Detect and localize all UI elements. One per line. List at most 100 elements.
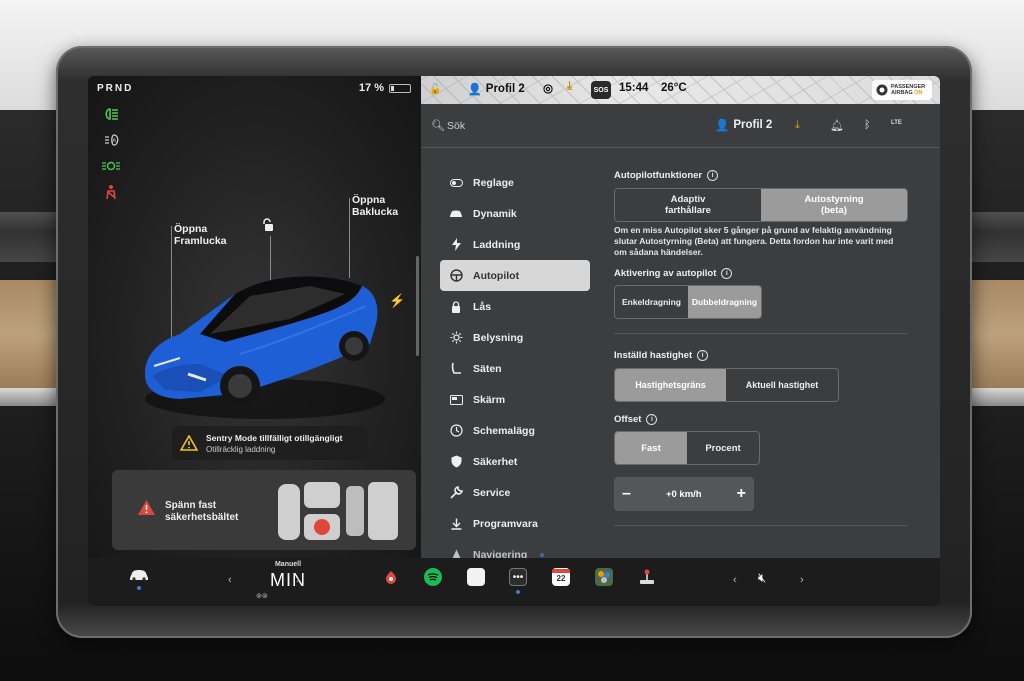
- dock-more-apps-button[interactable]: •••: [509, 568, 527, 594]
- dock-arcade-button[interactable]: [595, 568, 613, 586]
- autopilot-settings: Autopilotfunktioner i Adaptiv farthållare…: [614, 170, 914, 526]
- decrease-button[interactable]: –: [622, 485, 631, 503]
- charge-port-icon[interactable]: ⚡: [389, 293, 405, 309]
- trunk-label-line1: Öppna: [352, 194, 386, 206]
- menu-item-s-ten[interactable]: Säten: [440, 353, 590, 384]
- dock-car-button[interactable]: [128, 568, 150, 590]
- menu-item-service[interactable]: Service: [440, 477, 590, 508]
- menu-item-belysning[interactable]: Belysning: [440, 322, 590, 353]
- autopilot-warning-text: Om en miss Autopilot sker 5 gånger på gr…: [614, 225, 894, 257]
- active-dot: [137, 586, 141, 590]
- option-autosteer[interactable]: Autostyrning (beta): [761, 189, 907, 221]
- dock-calendar-button[interactable]: 22: [552, 568, 570, 586]
- menu-item-laddning[interactable]: Laddning: [440, 229, 590, 260]
- option-adaptive-cruise[interactable]: Adaptiv farthållare: [615, 189, 761, 221]
- option-single-pull[interactable]: Enkeldragning: [615, 286, 688, 318]
- calendar-icon: 22: [552, 568, 570, 586]
- notes-icon: [467, 568, 485, 586]
- profile-selector[interactable]: 🔓 👤 Profil 2: [429, 82, 525, 96]
- option-current-speed[interactable]: Aktuell hastighet: [726, 369, 838, 401]
- seatbelt-card: Spänn fast säkerhetsbältet: [112, 470, 416, 550]
- increase-button[interactable]: +: [737, 485, 746, 503]
- unlock-icon[interactable]: [261, 218, 275, 232]
- menu-item-label: Service: [473, 486, 511, 499]
- menu-item-autopilot[interactable]: Autopilot: [440, 260, 590, 291]
- menu-item-sk-rm[interactable]: Skärm: [440, 384, 590, 415]
- lock-status-icon: 🔓: [429, 83, 442, 95]
- menu-item-label: Programvara: [473, 517, 538, 530]
- climate-control[interactable]: Manuell MIN: [228, 561, 348, 603]
- seat-map: [278, 482, 398, 540]
- climate-mode: Manuell: [274, 561, 302, 568]
- activation-selector: Enkeldragning Dubbeldragning: [614, 285, 762, 319]
- airbag-label-line2: AIRBAG: [891, 90, 913, 96]
- menu-item-l-s[interactable]: Lås: [440, 291, 590, 322]
- option-double-pull[interactable]: Dubbeldragning: [688, 286, 761, 318]
- bell-icon[interactable]: 🔔︎: [830, 119, 844, 132]
- info-icon[interactable]: i: [707, 170, 719, 181]
- option-fixed[interactable]: Fast: [615, 432, 687, 464]
- profile-name: Profil 2: [485, 83, 525, 95]
- more-dots-icon: •••: [509, 568, 527, 586]
- airbag-state: ON: [914, 90, 923, 96]
- dock-joystick-button[interactable]: [638, 568, 656, 586]
- calendar-day: 22: [556, 574, 566, 583]
- dock-toybox-button[interactable]: [382, 568, 400, 586]
- sentry-subtitle: Otillräcklig laddning: [206, 444, 276, 454]
- menu-item-s-kerhet[interactable]: Säkerhet: [440, 446, 590, 477]
- info-icon[interactable]: i: [697, 350, 709, 361]
- toggle-icon: [449, 178, 463, 187]
- menu-item-schemal-gg[interactable]: Schemalägg: [440, 415, 590, 446]
- bluetooth-icon[interactable]: ᛒ: [864, 119, 871, 131]
- sentry-mode-notice: Sentry Mode tillfälligt otillgängligt Ot…: [172, 426, 368, 460]
- menu-item-reglage[interactable]: Reglage: [440, 167, 590, 198]
- dock-spotify-button[interactable]: [424, 568, 442, 586]
- info-icon[interactable]: i: [646, 414, 658, 425]
- set-speed-selector: Hastighetsgräns Aktuell hastighet: [614, 368, 839, 402]
- parking-lights-icon: [100, 158, 122, 174]
- dock-notes-button[interactable]: [467, 568, 485, 586]
- sos-button[interactable]: SOS: [591, 81, 611, 99]
- clock-icon: [449, 424, 463, 437]
- menu-item-label: Skärm: [473, 393, 506, 406]
- section-divider: [614, 333, 908, 334]
- autopilot-features-heading: Autopilotfunktioner i: [614, 170, 914, 181]
- scroll-indicator[interactable]: [416, 256, 419, 356]
- offset-value: +0 km/h: [665, 488, 702, 500]
- status-bar: 🔓 👤 Profil 2 ◎ ⤓ SOS 15:44 26°C PASSENGE…: [421, 76, 940, 104]
- set-speed-heading: Inställd hastighet i: [614, 350, 914, 361]
- download-icon[interactable]: ⤓: [567, 80, 572, 93]
- software-download-icon[interactable]: ⤓: [795, 119, 800, 132]
- battery-percent: 17 %: [358, 82, 384, 94]
- autosteer-line2: (beta): [821, 205, 847, 216]
- menu-item-label: Autopilot: [473, 269, 520, 282]
- autopilot-features-selector: Adaptiv farthållare Autostyrning (beta): [614, 188, 908, 222]
- volume-down-chevron-icon[interactable]: ‹: [733, 574, 737, 586]
- display-icon: [449, 394, 463, 405]
- trunk-label-line2: Baklucka: [352, 206, 399, 218]
- menu-item-label: Säten: [473, 362, 502, 375]
- location-icon[interactable]: ◎: [543, 81, 553, 95]
- option-speed-limit[interactable]: Hastighetsgräns: [615, 369, 726, 401]
- adaptive-cruise-line1: Adaptiv: [670, 194, 706, 205]
- option-percent[interactable]: Procent: [687, 432, 759, 464]
- seat-rear-bench: [368, 482, 398, 540]
- frunk-label[interactable]: Öppna Framlucka: [174, 223, 227, 247]
- volume-mute-icon[interactable]: 🔇︎: [758, 570, 766, 586]
- car-icon: [130, 570, 148, 581]
- menu-item-label: Schemalägg: [473, 424, 535, 437]
- search-profile[interactable]: 👤 Profil 2: [715, 118, 772, 132]
- wrench-icon: [449, 486, 463, 499]
- climate-up-chevron-icon[interactable]: ›: [296, 574, 300, 586]
- gear-indicator: PRND: [97, 83, 134, 94]
- volume-up-chevron-icon[interactable]: ›: [800, 574, 804, 586]
- info-icon[interactable]: i: [721, 268, 733, 279]
- search-input[interactable]: [447, 117, 627, 135]
- offset-selector: Fast Procent: [614, 431, 760, 465]
- seat-driver: [304, 482, 340, 508]
- navigation-active-dot: [540, 552, 545, 557]
- menu-item-dynamik[interactable]: Dynamik: [440, 198, 590, 229]
- menu-item-programvara[interactable]: Programvara: [440, 508, 590, 539]
- trunk-label[interactable]: Öppna Baklucka: [352, 194, 398, 218]
- section-divider: [614, 525, 908, 526]
